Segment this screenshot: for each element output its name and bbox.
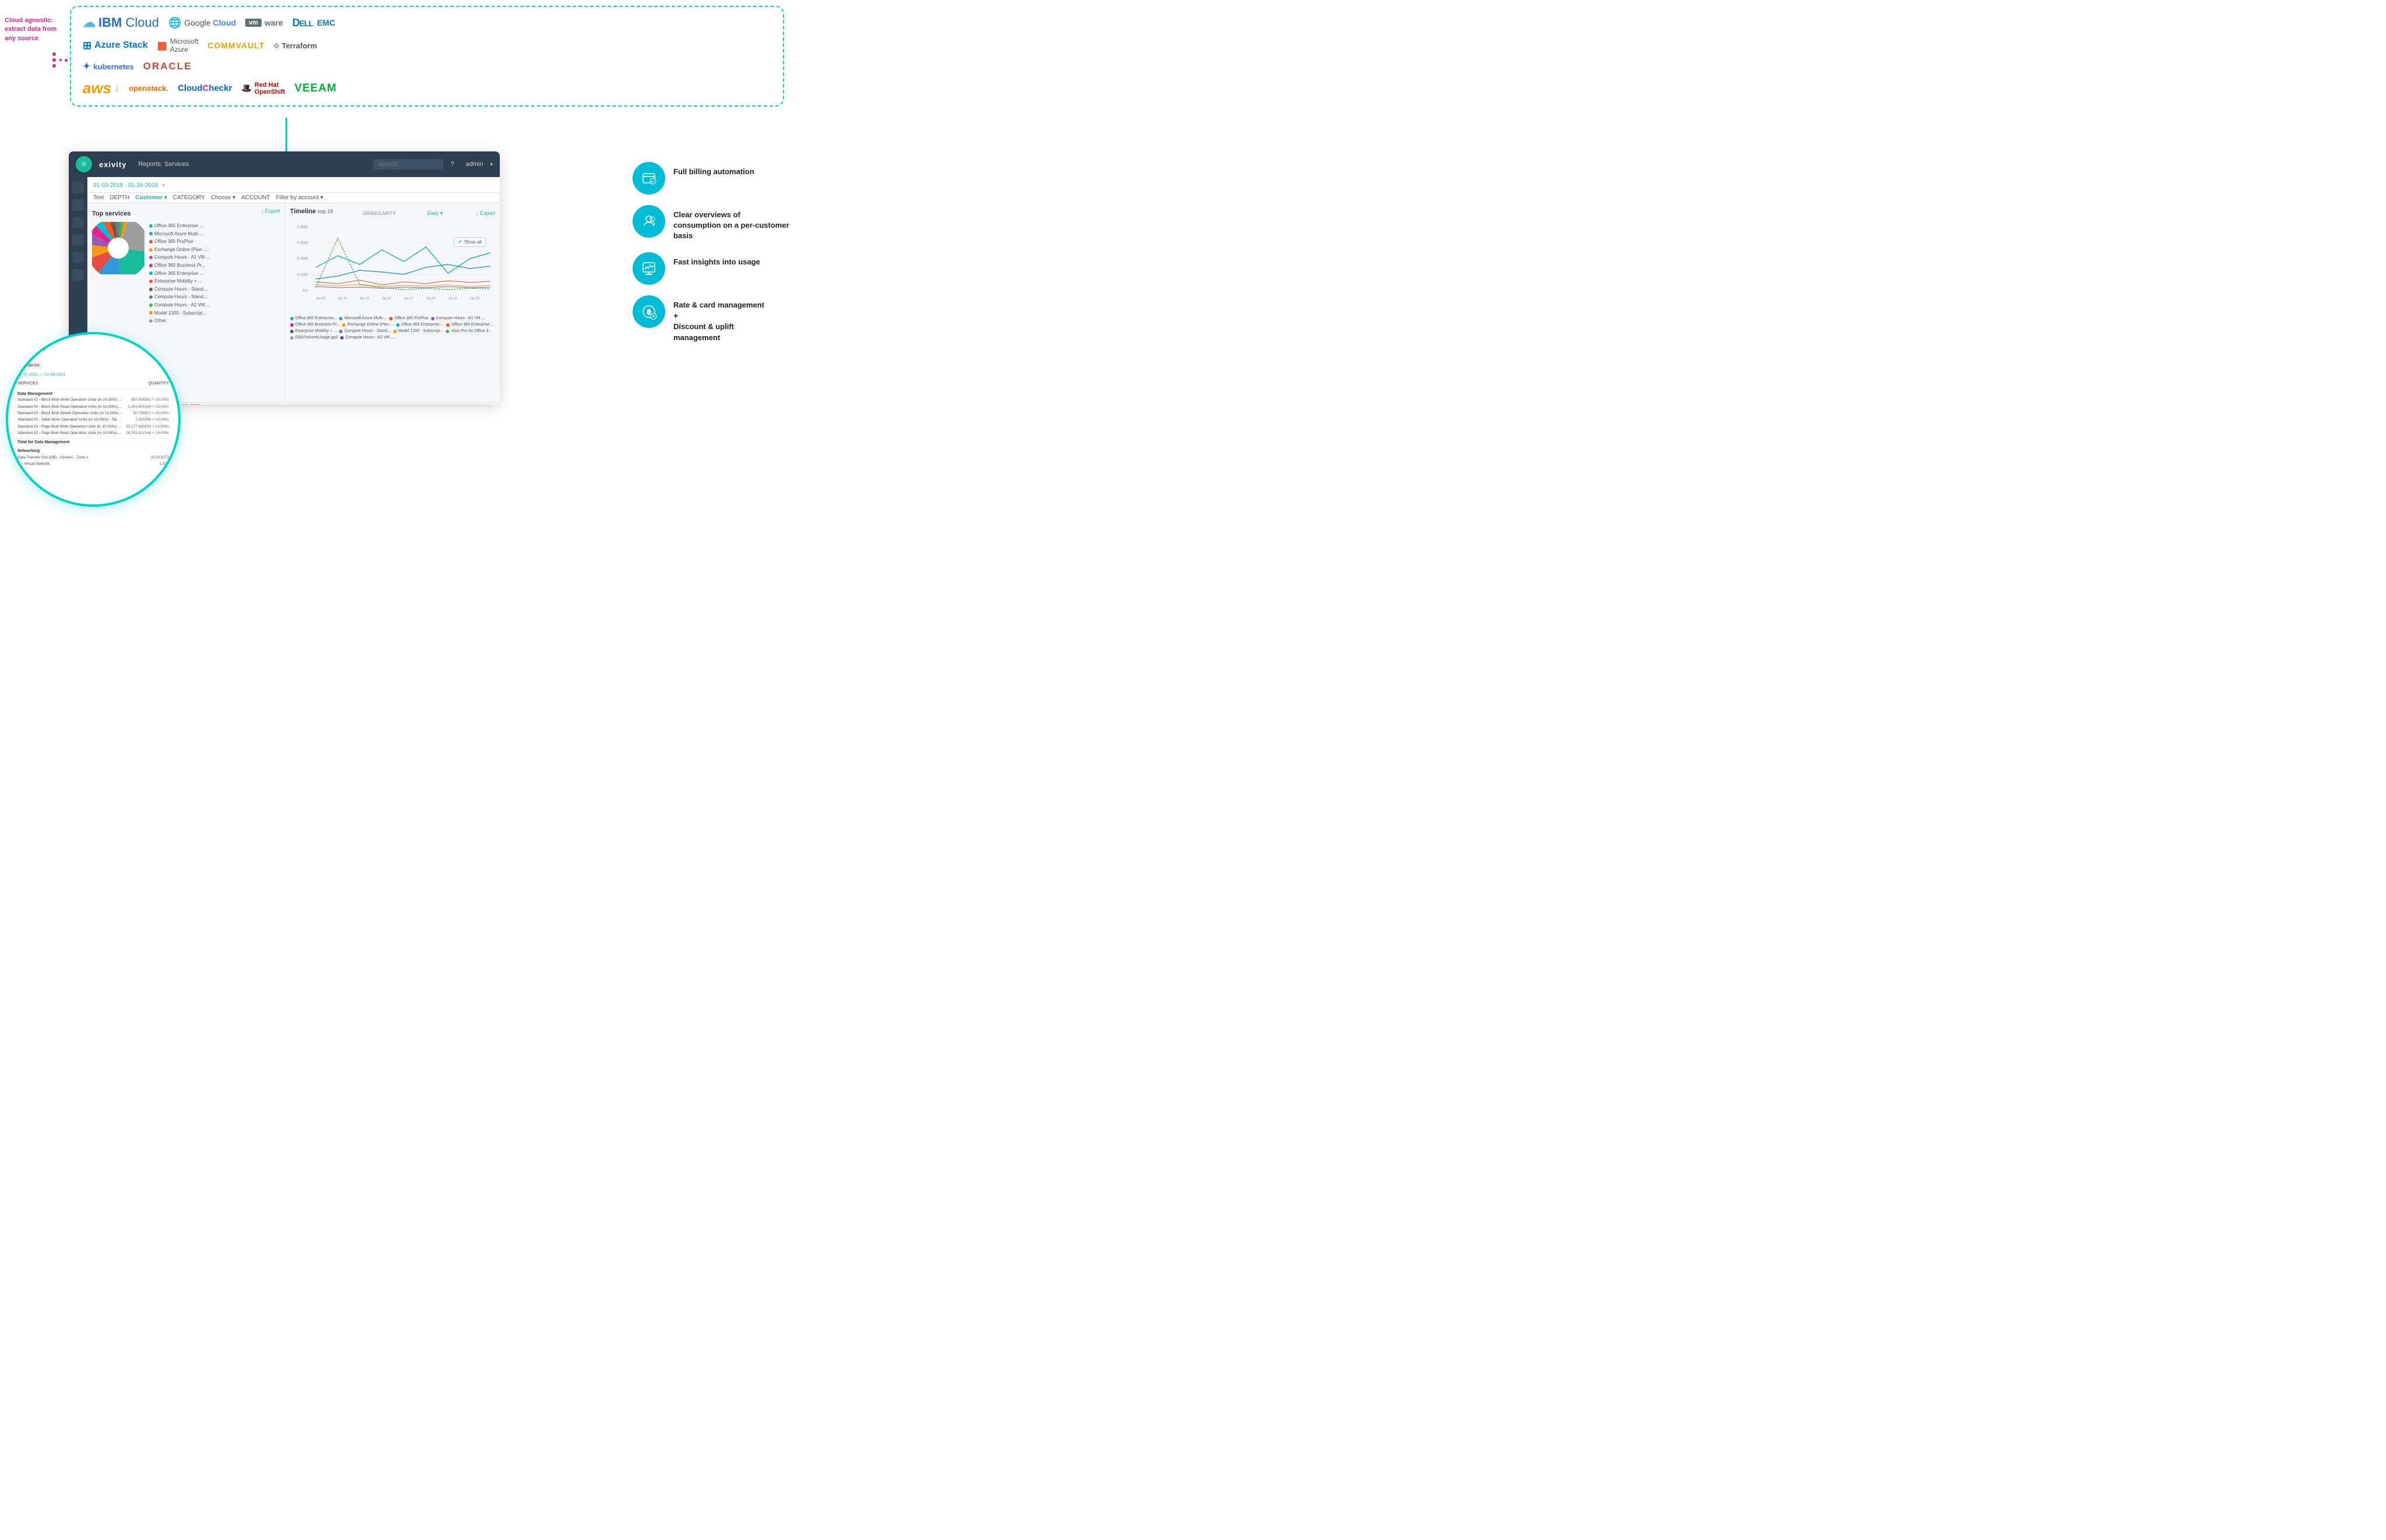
- filter-customer[interactable]: Customer ▾: [135, 195, 167, 201]
- svg-text:€ 1000: € 1000: [297, 273, 308, 277]
- cloud-agnostic-label: Cloud agnostic: extract data from any so…: [5, 16, 69, 43]
- bill-row: Standard IO - Block Blob Delete Operatio…: [17, 411, 169, 417]
- feature-insights: Fast insights into usage: [633, 252, 790, 285]
- brand-name: exivity: [99, 160, 126, 169]
- feature-rate: $ Rate & card management + Discount & up…: [633, 295, 790, 343]
- svg-text:Jan 19: Jan 19: [426, 297, 435, 301]
- pie-chart: [92, 222, 144, 274]
- svg-text:€ 2000: € 2000: [297, 257, 308, 261]
- date-range-text: 01-03-2018 - 01-26-2018: [93, 182, 158, 189]
- filter-text: Text: [93, 195, 104, 201]
- veeam-logo: VEEAM: [294, 82, 337, 95]
- bill-row: Standard IO - Page Blob Read Operation U…: [17, 430, 169, 437]
- bill-total-data-mgmt: Total for Data Management: [17, 438, 169, 446]
- bill-row: Standard IO - Block Blob Write Operation…: [17, 397, 169, 404]
- svg-text:€ 4000: € 4000: [297, 225, 308, 229]
- billing-feature-text: Full billing automation: [673, 162, 754, 177]
- billing-automation-icon: [641, 170, 657, 186]
- nav-label: Reports: Services: [138, 161, 189, 168]
- bill-row: Data Transfer Out (GB) - Generic - Zone …: [17, 454, 169, 461]
- top-services-legend: Office 365 Enterprise ... Microsoft Azur…: [149, 222, 210, 325]
- kubernetes-logo: ✦ kubernetes: [83, 61, 134, 72]
- admin-label: admin: [466, 161, 483, 168]
- cloud-banner: ☁ IBM Cloud 🌐 Google Cloud vm ware DELL …: [70, 6, 784, 107]
- show-all-badge[interactable]: ✔ Show all: [454, 237, 486, 247]
- vmware-logo: vm ware: [245, 18, 283, 27]
- feature-billing: Full billing automation: [633, 162, 790, 195]
- rate-management-icon: $: [641, 303, 657, 320]
- google-cloud-logo: 🌐 Google Cloud: [168, 17, 236, 29]
- timeline-chart: € 4000 € 3000 € 2000 € 1000 € 0 Jan 09 J…: [290, 221, 495, 311]
- insights-feature-text: Fast insights into usage: [673, 252, 760, 267]
- bill-services-col: SERVICES: [17, 380, 38, 387]
- redhat-logo: 🎩 Red HatOpenShift: [241, 82, 285, 96]
- bill-section-networking: Networking: [17, 448, 169, 454]
- ibm-cloud-logo: ☁ IBM Cloud: [83, 15, 159, 30]
- bill-name-label: NAME: [17, 355, 169, 361]
- rate-icon-circle: $: [633, 295, 665, 328]
- filter-account-by[interactable]: Filter by account ▾: [276, 195, 323, 201]
- bill-row: Standard IO - Table Write Operation Unit…: [17, 417, 169, 423]
- insights-icon-circle: [633, 252, 665, 285]
- dashboard-topbar: ⚛ exivity Reports: Services ? admin ▾: [69, 151, 500, 177]
- rate-feature-text: Rate & card management + Discount & upli…: [673, 295, 764, 343]
- overview-icon-circle: [633, 205, 665, 238]
- filter-depth: DEPTH: [110, 195, 129, 201]
- svg-text:Jan 13: Jan 13: [360, 297, 369, 301]
- azure-stack-logo: ⊞ Azure Stack: [83, 40, 148, 52]
- help-icon[interactable]: ?: [450, 161, 454, 168]
- bill-row: Standard IO - Block Blob Read Operation …: [17, 404, 169, 410]
- features-panel: Full billing automation Clear overviews …: [633, 162, 790, 343]
- svg-text:Jan 21: Jan 21: [448, 297, 457, 301]
- top-services-title: Top services: [92, 210, 130, 217]
- timeline-export[interactable]: ↓ Export: [476, 210, 495, 216]
- dell-emc-logo: DELL EMC: [292, 17, 336, 29]
- filter-choose[interactable]: Choose ▾: [211, 195, 235, 201]
- svg-text:$: $: [647, 309, 651, 316]
- oracle-logo: ORACLE: [143, 61, 192, 72]
- filter-bar[interactable]: Text DEPTH Customer ▾ CATEGORY Choose ▾ …: [87, 193, 500, 203]
- filter-account: ACCOUNT: [241, 195, 270, 201]
- svg-text:Jan 17: Jan 17: [404, 297, 413, 301]
- overview-icon: [641, 213, 657, 229]
- aws-logo: aws ↓: [83, 79, 119, 97]
- brand-icon: ⚛: [76, 156, 92, 172]
- svg-text:Jan 15: Jan 15: [382, 297, 391, 301]
- feature-overview: Clear overviews of consumption on a per-…: [633, 205, 790, 242]
- top-services-export[interactable]: ↓ Export: [261, 208, 280, 214]
- cloudcheckr-logo: CloudCheckr: [178, 83, 232, 93]
- search-input[interactable]: [373, 159, 443, 169]
- commvault-logo: COMMVAULT: [207, 41, 264, 50]
- billing-icon-circle: [633, 162, 665, 195]
- openstack-logo: openstack.: [129, 84, 168, 93]
- svg-text:Jan 09: Jan 09: [316, 297, 325, 301]
- svg-text:€ 3000: € 3000: [297, 241, 308, 245]
- bill-date-range: 01-07-2021 — 01-08-2021: [17, 372, 169, 378]
- insights-icon: [641, 260, 657, 277]
- bill-qty-col: QUANTITY: [148, 380, 169, 387]
- svg-text:Jan 11: Jan 11: [338, 297, 347, 301]
- bill-section-data-mgmt: Data Management: [17, 391, 169, 397]
- svg-text:€ 0: € 0: [303, 289, 308, 293]
- bill-row: Standard IO - Page Blob Write Operation …: [17, 423, 169, 430]
- timeline-title: Timeline top 15: [290, 208, 333, 215]
- overview-feature-text: Clear overviews of consumption on a per-…: [673, 205, 790, 242]
- timeline-panel: Timeline top 15 GRANULARITY Daily ▾ ↓ Ex…: [285, 203, 500, 402]
- microsoft-azure-logo: ▩ MicrosoftAzure: [157, 37, 199, 54]
- date-range-bar: 01-03-2018 - 01-26-2018 ▾: [87, 177, 500, 193]
- svg-text:Jan 23: Jan 23: [470, 297, 479, 301]
- connector-line: [285, 118, 287, 153]
- bill-circle: ☰ Summary ☑ Services NAME Blanda Inc 01-…: [6, 332, 181, 507]
- timeline-legend: Office 365 Enterprise... Microsoft Azure…: [290, 316, 495, 340]
- admin-chevron[interactable]: ▾: [490, 161, 493, 168]
- bill-customer[interactable]: Blanda Inc: [17, 362, 43, 369]
- granularity-value[interactable]: Daily ▾: [427, 210, 443, 217]
- granularity-label: GRANULARITY: [363, 211, 396, 216]
- filter-category: CATEGORY: [173, 195, 205, 201]
- bill-row: ... - Virtual Network 1,425: [17, 461, 169, 468]
- terraform-logo: ⬦ Terraform: [274, 41, 317, 50]
